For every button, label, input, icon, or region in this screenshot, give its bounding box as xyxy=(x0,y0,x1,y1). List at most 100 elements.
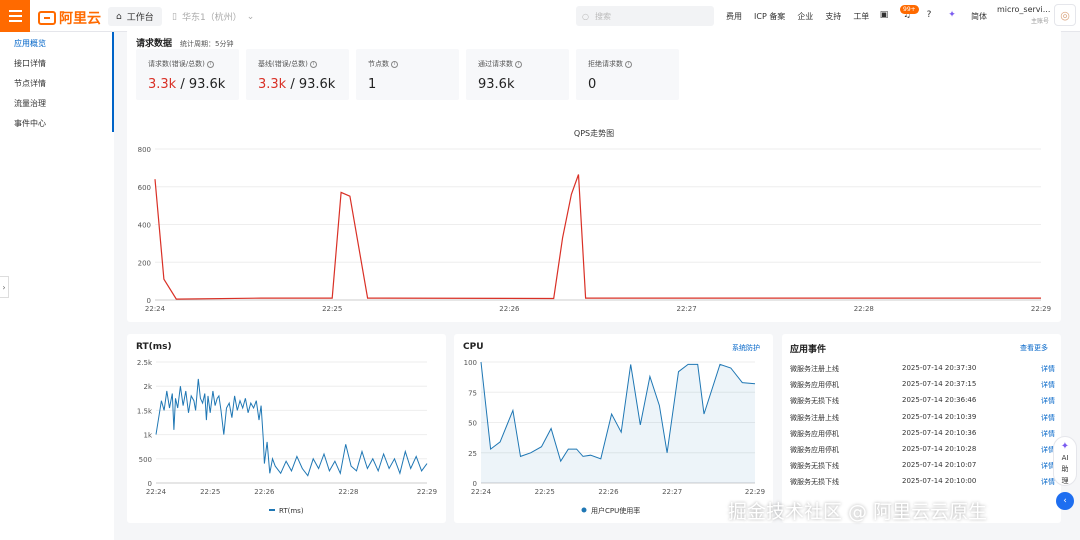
system-protection-link[interactable]: 系统防护 xyxy=(732,343,760,353)
x-tick-label: 22:24 xyxy=(145,305,166,313)
x-tick-label: 22:28 xyxy=(338,488,358,496)
nav-icp[interactable]: ICP 备案 xyxy=(754,11,785,22)
info-icon[interactable]: i xyxy=(515,60,522,68)
event-row: 微服务注册上线 2025-07-14 20:10:39 详情 xyxy=(790,413,1055,427)
ai-label: 理 xyxy=(1061,477,1069,485)
workspace-label: 工作台 xyxy=(126,13,154,23)
info-icon[interactable]: i xyxy=(625,60,632,68)
x-tick-label: 22:24 xyxy=(471,488,492,496)
stat-label: 拒绝请求数 xyxy=(588,60,623,68)
sidebar-item-nodes[interactable]: 节点详情 xyxy=(0,74,114,94)
event-name: 微服务无损下线 xyxy=(790,397,839,406)
event-time: 2025-07-14 20:10:28 xyxy=(902,445,977,453)
home-icon: ⌂ xyxy=(116,11,122,22)
legend-swatch xyxy=(581,507,587,513)
events-title: 应用事件 xyxy=(790,345,827,355)
event-time: 2025-07-14 20:10:36 xyxy=(902,428,977,437)
rt-title: RT(ms) xyxy=(136,342,172,352)
x-tick-label: 22:26 xyxy=(598,488,619,496)
y-tick-label: 200 xyxy=(138,259,151,267)
sidebar-item-overview[interactable]: 应用概览 xyxy=(0,34,114,54)
ai-star-icon: ✦ xyxy=(1060,441,1070,452)
stat-total-value: / 93.6k xyxy=(290,77,336,92)
user-menu[interactable]: micro_servi... 主账号 xyxy=(997,5,1050,25)
info-icon[interactable]: i xyxy=(309,60,317,68)
top-nav: 费用 ICP 备案 企业 支持 工单 xyxy=(726,0,869,32)
event-detail-link[interactable]: 详情 xyxy=(1041,477,1055,487)
y-tick-label: 100 xyxy=(464,359,477,367)
y-tick-label: 0 xyxy=(473,480,477,488)
chart-title: QPS走势图 xyxy=(574,128,614,138)
y-tick-label: 2k xyxy=(143,383,152,391)
user-role: 主账号 xyxy=(1030,18,1049,25)
info-icon[interactable]: i xyxy=(206,60,214,68)
rt-chart: 0 500 1k 1.5k 2k 2.5k 22:24 22:25 22:26 22:28 22:2… xyxy=(137,359,437,515)
stat-label: 基线(错误/总数) xyxy=(258,60,308,68)
sidebar-item-api[interactable]: 接口详情 xyxy=(0,54,114,74)
event-detail-link[interactable]: 详情 xyxy=(1041,413,1055,423)
event-detail-link[interactable]: 详情 xyxy=(1041,364,1055,374)
ai-star-icon[interactable]: ✦ xyxy=(946,9,958,21)
chevron-down-icon: ⌄ xyxy=(246,11,255,22)
watermark: 掘金技术社区 @ 阿里云云原生 xyxy=(728,501,988,523)
event-row: 微服务无损下线 2025-07-14 20:10:07 详情 xyxy=(790,461,1055,475)
event-time: 2025-07-14 20:36:46 xyxy=(902,396,977,405)
search-icon: ○ xyxy=(582,11,589,21)
ai-assistant-button[interactable]: ✦ AI 助 理 xyxy=(1053,436,1077,486)
x-tick-label: 22:25 xyxy=(535,488,555,496)
info-icon[interactable]: i xyxy=(391,60,398,68)
event-name: 微服务应用停机 xyxy=(790,429,839,438)
event-row: 微服务无损下线 2025-07-14 20:10:00 详情 xyxy=(790,477,1055,491)
nav-enterprise[interactable]: 企业 xyxy=(797,11,813,22)
workspace-button[interactable]: ⌂ 工作台 xyxy=(108,7,162,26)
aliyun-logo-icon xyxy=(38,11,56,25)
stat-value: 0 xyxy=(588,77,597,92)
stat-error-value: 3.3k xyxy=(148,77,177,92)
stat-total-value: / 93.6k xyxy=(180,77,226,92)
image-icon[interactable]: ▣ xyxy=(878,9,890,21)
event-time: 2025-07-14 20:10:39 xyxy=(902,412,977,421)
language-switch[interactable]: 简体 xyxy=(971,11,987,22)
event-name: 微服务无损下线 xyxy=(790,478,839,487)
ai-label: AI xyxy=(1061,454,1069,462)
help-icon[interactable]: ? xyxy=(923,9,935,21)
stat-baseline: 基线(错误/总数) i 3.3k / 93.6k xyxy=(246,49,349,100)
series-line xyxy=(154,174,1041,300)
region-selector[interactable]: ▯ 华东1（杭州） ⌄ xyxy=(172,7,254,26)
collapse-sidebar-icon[interactable]: › xyxy=(0,276,9,298)
event-detail-link[interactable]: 详情 xyxy=(1041,380,1055,390)
sidebar-item-events[interactable]: 事件中心 xyxy=(0,114,114,134)
y-tick-label: 1k xyxy=(143,432,152,440)
event-row: 微服务注册上线 2025-07-14 20:37:30 详情 xyxy=(790,364,1055,378)
series-line xyxy=(155,378,428,477)
x-tick-label: 22:27 xyxy=(677,305,697,313)
legend-label: 用户CPU使用率 xyxy=(591,506,640,515)
stat-label: 请求数(错误/总数) xyxy=(148,60,205,68)
event-detail-link[interactable]: 详情 xyxy=(1041,429,1055,439)
hamburger-menu-icon[interactable] xyxy=(0,0,30,32)
back-icon[interactable]: ‹ xyxy=(1056,492,1074,510)
y-tick-label: 0 xyxy=(148,480,152,488)
x-tick-label: 22:27 xyxy=(662,488,682,496)
y-tick-label: 500 xyxy=(139,456,152,464)
search-input[interactable]: ○ 搜索 xyxy=(576,6,714,26)
x-tick-label: 22:29 xyxy=(745,488,765,496)
x-tick-label: 22:24 xyxy=(146,488,167,496)
nav-support[interactable]: 支持 xyxy=(825,11,841,22)
stat-passed: 通过请求数 i 93.6k xyxy=(466,49,569,100)
event-detail-link[interactable]: 详情 xyxy=(1041,396,1055,406)
stat-rejected: 拒绝请求数 i 0 xyxy=(576,49,679,100)
event-name: 微服务注册上线 xyxy=(790,365,839,373)
event-time: 2025-07-14 20:37:30 xyxy=(902,364,977,372)
x-tick-label: 22:26 xyxy=(499,305,520,313)
avatar[interactable]: ◎ xyxy=(1054,4,1076,26)
nav-ticket[interactable]: 工单 xyxy=(853,11,869,22)
cpu-title: CPU xyxy=(463,342,484,352)
view-more-link[interactable]: 查看更多 xyxy=(1020,343,1048,353)
y-tick-label: 800 xyxy=(138,146,151,154)
sidebar-item-traffic[interactable]: 流量治理 xyxy=(0,94,114,114)
aliyun-logo[interactable]: 阿里云 xyxy=(38,8,101,28)
events-card: 应用事件 查看更多 微服务注册上线 2025-07-14 20:37:30 详情 微服… xyxy=(782,334,1061,523)
sidebar: 应用概览 接口详情 节点详情 流量治理 事件中心 xyxy=(0,32,114,540)
nav-fees[interactable]: 费用 xyxy=(726,11,742,22)
